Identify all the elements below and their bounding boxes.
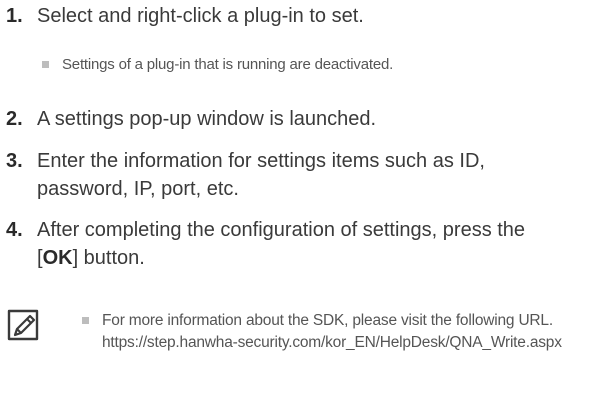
step-number: 4. <box>6 219 23 241</box>
step-text: Enter the information for settings items… <box>37 150 485 200</box>
step-text: After completing the configuration of se… <box>37 216 566 272</box>
subnote-text: Settings of a plug-in that is running ar… <box>62 56 394 73</box>
step-text: A settings pop-up window is launched. <box>37 108 377 130</box>
step-1: 1. Select and right-click a plug-in to s… <box>6 2 566 30</box>
note-text: For more information about the SDK, plea… <box>102 312 553 329</box>
step-3: 3. Enter the information for settings it… <box>6 147 536 203</box>
step-number: 2. <box>6 108 23 130</box>
square-bullet-icon <box>82 317 89 324</box>
ok-button-label: OK <box>42 247 73 269</box>
sdk-url: https://step.hanwha-security.com/kor_EN/… <box>102 333 562 351</box>
note-pencil-icon <box>7 309 39 341</box>
step-number: 1. <box>6 5 23 27</box>
step-2: 2. A settings pop-up window is launched. <box>6 105 566 133</box>
note-body: For more information about the SDK, plea… <box>102 310 562 353</box>
step-number: 3. <box>6 150 23 172</box>
step-1-subnote: Settings of a plug-in that is running ar… <box>42 54 562 75</box>
step-text: Select and right-click a plug-in to set. <box>37 5 364 27</box>
note-block: For more information about the SDK, plea… <box>82 310 582 353</box>
square-bullet-icon <box>42 61 49 68</box>
step-4: 4. After completing the configuration of… <box>6 216 566 272</box>
step-text-after: ] button. <box>72 247 145 269</box>
